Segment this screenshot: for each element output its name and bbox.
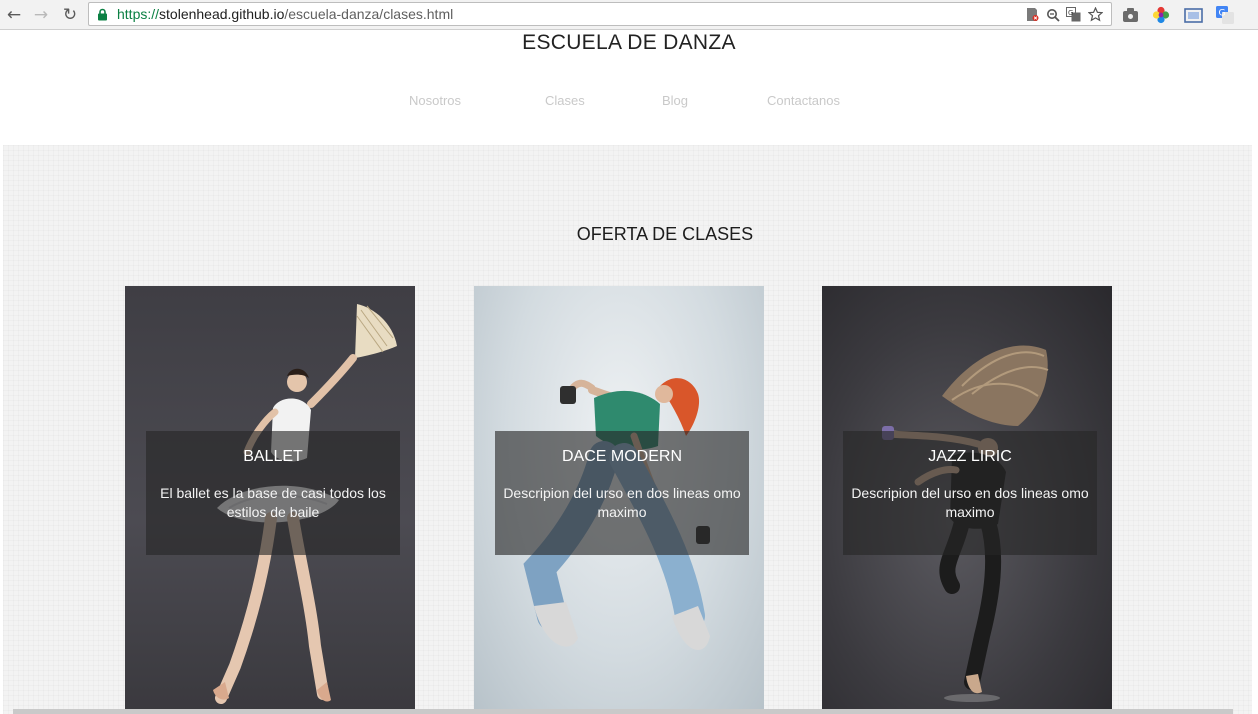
url-path: /escuela-danza/clases.html [284, 6, 454, 22]
browser-toolbar: ← → ↻ https://stolenhead.github.io/escue… [0, 0, 1258, 30]
svg-text:G: G [1219, 9, 1226, 19]
class-card-ballet[interactable]: BALLET El ballet es la base de casi todo… [125, 286, 415, 714]
class-card-jazz[interactable]: JAZZ LIRIC Descripion del urso en dos li… [822, 286, 1112, 714]
card-description: Descripion del urso en dos lineas omo ma… [503, 485, 741, 520]
google-translate-extension-icon[interactable]: G [1215, 5, 1235, 25]
nav-link-contactanos[interactable]: Contactanos [767, 93, 840, 108]
blocked-content-icon[interactable] [1023, 6, 1040, 23]
screen-capture-extension-icon[interactable] [1183, 5, 1203, 25]
back-arrow-icon[interactable]: ← [3, 4, 25, 26]
url-host: stolenhead.github.io [159, 6, 285, 22]
zoom-icon[interactable] [1044, 6, 1061, 23]
card-description: El ballet es la base de casi todos los e… [160, 485, 386, 520]
card-description: Descripion del urso en dos lineas omo ma… [851, 485, 1089, 520]
translate-icon[interactable]: G [1065, 6, 1082, 23]
classes-section: OFERTA DE CLASES BALLET El ballet es la … [3, 145, 1252, 714]
forward-arrow-icon[interactable]: → [30, 4, 52, 26]
url-text[interactable]: https://stolenhead.github.io/escuela-dan… [117, 6, 453, 22]
card-title: JAZZ LIRIC [928, 448, 1012, 465]
color-picker-extension-icon[interactable] [1151, 5, 1171, 25]
nav-link-clases[interactable]: Clases [545, 93, 585, 108]
nav-link-nosotros[interactable]: Nosotros [409, 93, 461, 108]
extension-icon[interactable] [1120, 5, 1140, 25]
lock-icon [98, 8, 107, 21]
card-overlay: JAZZ LIRIC Descripion del urso en dos li… [843, 431, 1097, 555]
nav-link-blog[interactable]: Blog [662, 93, 688, 108]
url-scheme: https:// [117, 6, 160, 22]
card-overlay: DACE MODERN Descripion del urso en dos l… [495, 431, 749, 555]
reload-icon[interactable]: ↻ [59, 4, 81, 26]
class-card-modern[interactable]: DACE MODERN Descripion del urso en dos l… [474, 286, 764, 714]
horizontal-scrollbar[interactable] [13, 709, 1233, 714]
section-title: OFERTA DE CLASES [576, 224, 754, 244]
address-bar[interactable]: https://stolenhead.github.io/escuela-dan… [88, 2, 1112, 26]
card-title: DACE MODERN [561, 448, 682, 465]
card-overlay: BALLET El ballet es la base de casi todo… [146, 431, 400, 555]
site-title: ESCUELA DE DANZA [522, 31, 736, 54]
card-title: BALLET [243, 448, 303, 465]
star-icon[interactable] [1087, 6, 1104, 23]
svg-text:G: G [1068, 9, 1073, 17]
